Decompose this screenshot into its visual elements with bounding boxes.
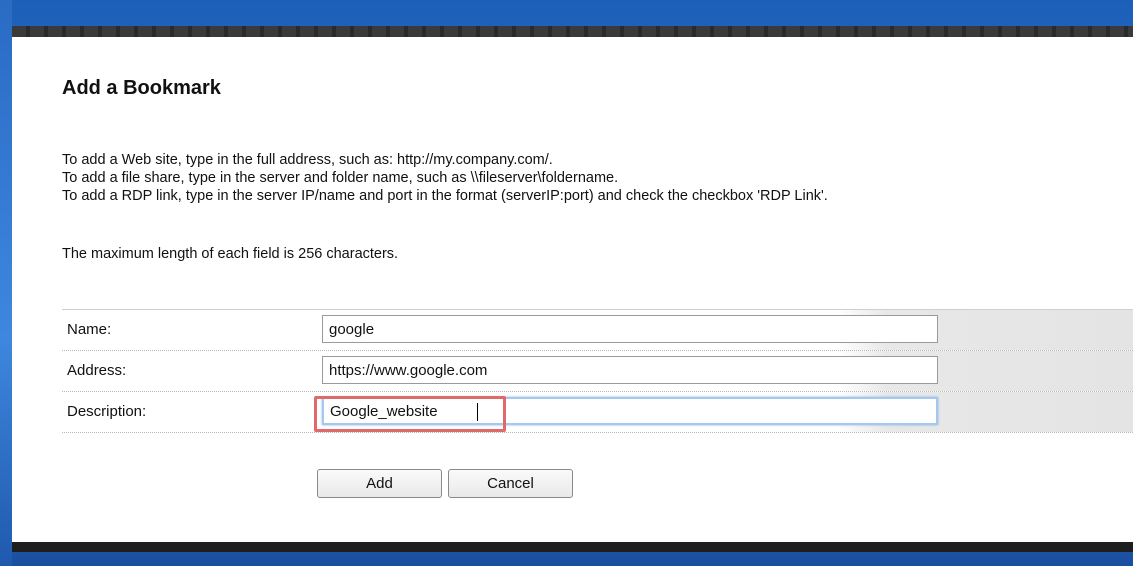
max-length-note: The maximum length of each field is 256 … [62, 246, 399, 262]
window-bottom-border [12, 542, 1133, 552]
bookmark-form: Name: Address: Description: [62, 309, 1133, 446]
cancel-button[interactable]: Cancel [448, 469, 573, 498]
description-label: Description: [67, 403, 147, 420]
window-top-border [12, 26, 1133, 37]
add-bookmark-dialog: Add a Bookmark To add a Web site, type i… [12, 37, 1133, 542]
instruction-web-site: To add a Web site, type in the full addr… [62, 152, 553, 168]
desktop-background [0, 0, 12, 566]
description-field[interactable] [322, 397, 938, 425]
instruction-file-share: To add a file share, type in the server … [62, 170, 619, 186]
instruction-rdp-link: To add a RDP link, type in the server IP… [62, 188, 828, 204]
add-button[interactable]: Add [317, 469, 442, 498]
browser-window: Add a Bookmark To add a Web site, type i… [12, 26, 1133, 552]
form-row-name: Name: [62, 310, 1133, 351]
dialog-title: Add a Bookmark [62, 77, 221, 99]
name-field[interactable] [322, 315, 938, 343]
text-caret [477, 403, 478, 421]
name-label: Name: [67, 321, 112, 338]
instructions-text: To add a Web site, type in the full addr… [62, 151, 828, 205]
form-row-address: Address: [62, 351, 1133, 392]
address-label: Address: [67, 362, 127, 379]
address-field[interactable] [322, 356, 938, 384]
form-row-description: Description: [62, 392, 1133, 433]
